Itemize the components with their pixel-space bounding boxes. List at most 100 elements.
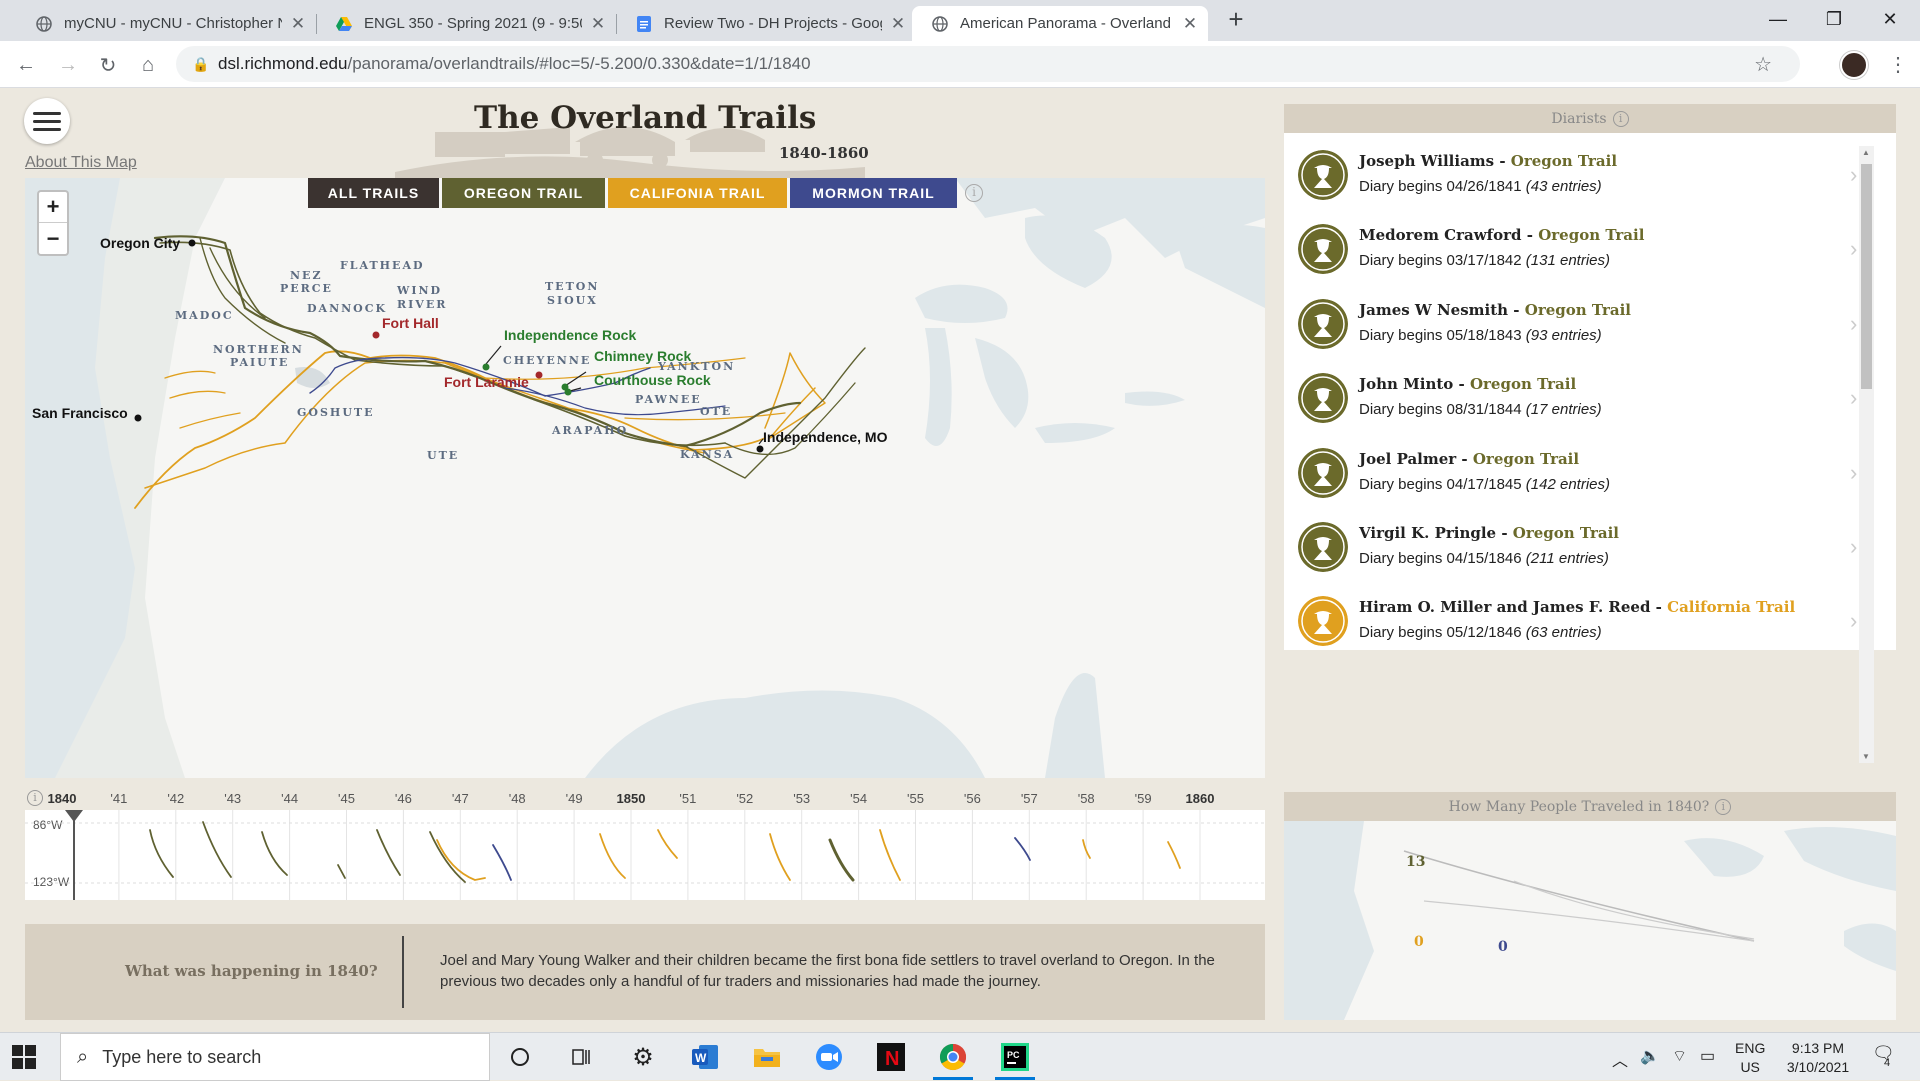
about-this-map-link[interactable]: About This Map (25, 154, 137, 172)
volume-icon[interactable]: 🔈 (1640, 1046, 1660, 1066)
clock[interactable]: 9:13 PM 3/10/2021 (1777, 1039, 1859, 1077)
timeline-year-label[interactable]: '57 (1021, 791, 1038, 806)
timeline-chart[interactable]: 86°W 123°W (25, 810, 1265, 900)
scroll-up-icon[interactable]: ▲ (1862, 148, 1870, 157)
tribe-label: NEZ (290, 269, 322, 282)
timeline-year-label[interactable]: '47 (452, 791, 469, 806)
timeline-year-label[interactable]: '55 (907, 791, 924, 806)
close-tab-icon[interactable]: ✕ (590, 14, 606, 34)
diarist-name-line: Hiram O. Miller and James F. Reed - Cali… (1359, 598, 1796, 617)
windows-start-icon[interactable] (12, 1045, 36, 1069)
browser-tab-mycnu[interactable]: myCNU - myCNU - Christopher N ✕ (16, 6, 316, 41)
close-tab-icon[interactable]: ✕ (290, 14, 306, 34)
independence-rock-marker[interactable] (482, 363, 490, 371)
timeline-year-label[interactable]: 1860 (1186, 791, 1215, 806)
netflix-app-icon[interactable]: N (875, 1041, 907, 1073)
diarist-list-item[interactable]: Hiram O. Miller and James F. Reed - Cali… (1284, 586, 1874, 650)
word-app-icon[interactable]: W (689, 1041, 721, 1073)
timeline-year-label[interactable]: '48 (509, 791, 526, 806)
new-tab-button[interactable]: + (1222, 6, 1250, 34)
close-tab-icon[interactable]: ✕ (890, 14, 906, 34)
browser-tab-american-panorama[interactable]: American Panorama - Overland T ✕ (912, 6, 1208, 41)
address-bar[interactable]: 🔒 dsl.richmond.edu/panorama/overlandtrai… (176, 46, 1800, 82)
timeline-info-icon[interactable]: i (27, 790, 43, 806)
diary-begins: Diary begins 08/31/1844 (1359, 401, 1522, 419)
timeline-year-label[interactable]: '42 (167, 791, 184, 806)
language-indicator[interactable]: ENG US (1735, 1039, 1765, 1077)
filter-oregon-trail-button[interactable]: OREGON TRAIL (442, 178, 605, 208)
diarist-list-item[interactable]: Joel Palmer - Oregon Trail Diary begins 0… (1284, 438, 1874, 512)
san-francisco-marker[interactable] (134, 414, 142, 422)
independence-mo-marker[interactable] (756, 445, 764, 453)
forward-button[interactable]: → (52, 49, 84, 81)
timeline-year-label[interactable]: '43 (224, 791, 241, 806)
info-icon[interactable]: i (1715, 798, 1732, 815)
oregon-city-marker[interactable] (188, 239, 196, 247)
pycharm-app-icon[interactable]: PC (999, 1041, 1031, 1073)
zoom-in-button[interactable]: + (39, 192, 67, 223)
timeline-year-label[interactable]: '59 (1135, 791, 1152, 806)
restore-window-button[interactable]: ❐ (1806, 0, 1862, 38)
timeline-year-label[interactable]: '58 (1078, 791, 1095, 806)
chrome-app-icon[interactable] (937, 1041, 969, 1073)
minimize-window-button[interactable]: — (1750, 0, 1806, 38)
timeline-year-label[interactable]: '44 (281, 791, 298, 806)
diarist-list-item[interactable]: John Minto - Oregon Trail Diary begins 08… (1284, 363, 1874, 437)
timeline-year-label[interactable]: 1840 (48, 791, 77, 806)
timeline-year-label[interactable]: '56 (964, 791, 981, 806)
settings-gear-icon[interactable]: ⚙ (627, 1041, 659, 1073)
timeline-year-label[interactable]: '52 (736, 791, 753, 806)
hamburger-menu-button[interactable] (24, 98, 70, 144)
filter-all-trails-button[interactable]: ALL TRAILS (308, 178, 439, 208)
diarist-list-item[interactable]: James W Nesmith - Oregon Trail Diary begi… (1284, 289, 1874, 363)
taskbar-search-box[interactable]: ⌕ Type here to search (60, 1033, 490, 1081)
browser-tab-review-two[interactable]: Review Two - DH Projects - Goog ✕ (616, 6, 916, 41)
filter-mormon-trail-button[interactable]: MORMON TRAIL (790, 178, 957, 208)
browser-toolbar: ← → ↻ ⌂ 🔒 dsl.richmond.edu/panorama/over… (0, 41, 1920, 88)
home-button[interactable]: ⌂ (132, 49, 164, 81)
diarist-list-item[interactable]: Virgil K. Pringle - Oregon Trail Diary be… (1284, 512, 1874, 586)
timeline-year-label[interactable]: '45 (338, 791, 355, 806)
browser-tab-engl350[interactable]: ENGL 350 - Spring 2021 (9 - 9:50 ✕ (316, 6, 616, 41)
filter-california-trail-button[interactable]: CALIFONIA TRAIL (608, 178, 787, 208)
info-icon[interactable]: i (1612, 110, 1629, 127)
diarist-list-item[interactable]: Medorem Crawford - Oregon Trail Diary beg… (1284, 214, 1874, 288)
timeline-year-label[interactable]: '49 (566, 791, 583, 806)
diarists-list[interactable]: Joseph Williams - Oregon Trail Diary begi… (1284, 133, 1874, 650)
close-window-button[interactable]: ✕ (1862, 0, 1918, 38)
diary-begins: Diary begins 04/17/1845 (1359, 475, 1522, 493)
timeline-year-label[interactable]: '51 (679, 791, 696, 806)
file-explorer-icon[interactable] (751, 1041, 783, 1073)
diarist-list-item[interactable]: Joseph Williams - Oregon Trail Diary begi… (1284, 140, 1874, 214)
profile-avatar[interactable] (1840, 51, 1868, 79)
back-button[interactable]: ← (10, 49, 42, 81)
wifi-icon[interactable]: ⌔ (1672, 1046, 1687, 1066)
timeline-year-label[interactable]: '41 (110, 791, 127, 806)
timeline-year-label[interactable]: '46 (395, 791, 412, 806)
reload-button[interactable]: ↻ (92, 49, 124, 81)
task-view-icon[interactable] (504, 1041, 536, 1073)
courthouse-rock-marker[interactable] (564, 388, 572, 396)
timeline-year-label[interactable]: '53 (793, 791, 810, 806)
trails-info-icon[interactable]: i (965, 184, 983, 202)
close-tab-icon[interactable]: ✕ (1182, 14, 1198, 34)
diarists-scrollbar[interactable]: ▲ ▼ (1859, 146, 1874, 763)
show-hidden-icons-chevron[interactable]: ︿ (1612, 1047, 1628, 1071)
zoom-app-icon[interactable] (813, 1041, 845, 1073)
diarist-name: Medorem Crawford (1359, 226, 1522, 245)
battery-icon[interactable]: ▭ (1700, 1046, 1715, 1066)
trail-map[interactable]: FLATHEAD NEZ PERCE WIND RIVER DANNOCK TE… (25, 178, 1265, 778)
timeline-year-label[interactable]: '54 (850, 791, 867, 806)
scroll-down-icon[interactable]: ▼ (1862, 752, 1870, 761)
timeline-year-label[interactable]: 1850 (617, 791, 646, 806)
fort-hall-marker[interactable] (372, 331, 380, 339)
year-timeline[interactable]: i 1840 '41 '42 '43 '44 '45 '46 '47 '48 '49 1850 '51… (25, 788, 1265, 900)
browser-menu-icon[interactable]: ⋮ (1888, 52, 1908, 77)
fort-laramie-marker[interactable] (535, 371, 543, 379)
scrollbar-thumb[interactable] (1861, 164, 1872, 389)
zoom-out-button[interactable]: − (39, 223, 67, 254)
timeline-sparklines (25, 810, 1265, 900)
multitask-icon[interactable] (565, 1041, 597, 1073)
timeline-scrubber-handle[interactable] (65, 810, 83, 822)
bookmark-star-icon[interactable]: ☆ (1754, 52, 1772, 77)
